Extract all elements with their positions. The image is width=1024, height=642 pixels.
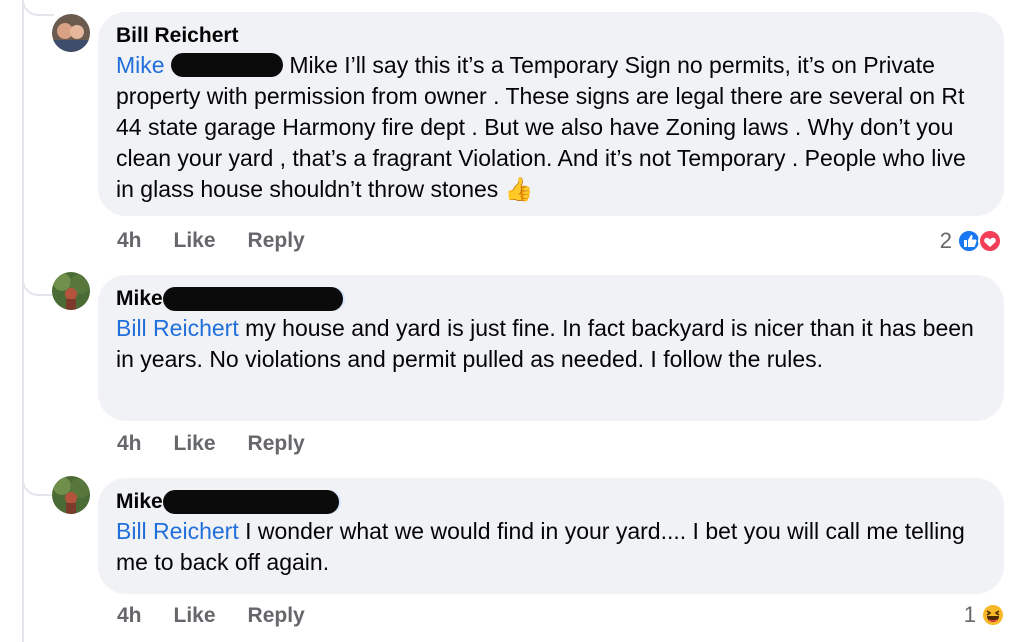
- comment-actions: 4h Like Reply: [117, 432, 337, 456]
- comment-author[interactable]: Mike: [116, 488, 986, 516]
- thread-connector: [22, 470, 54, 496]
- comment-author[interactable]: Mike: [116, 285, 986, 313]
- comment-actions: 4h Like Reply: [117, 604, 337, 628]
- reaction-count: 1: [963, 602, 976, 627]
- like-button[interactable]: Like: [174, 604, 216, 628]
- reply-button[interactable]: Reply: [248, 432, 305, 456]
- like-button[interactable]: Like: [174, 432, 216, 456]
- comment-text: Mike Mike I’ll say this it’s a Temporary…: [116, 52, 966, 202]
- comment-timestamp[interactable]: 4h: [117, 432, 142, 456]
- avatar[interactable]: [52, 272, 90, 310]
- reaction-summary[interactable]: 2: [940, 228, 1004, 254]
- reply-button[interactable]: Reply: [248, 604, 305, 628]
- thumbs-up-emoji: 👍: [504, 176, 534, 202]
- mention-link[interactable]: Mike: [116, 52, 165, 78]
- redaction-mark: [162, 287, 345, 311]
- reply-button[interactable]: Reply: [248, 229, 305, 253]
- comment-timestamp[interactable]: 4h: [117, 604, 142, 628]
- comment-timestamp[interactable]: 4h: [117, 229, 142, 253]
- comment-text: Bill Reichert I wonder what we would fin…: [116, 518, 965, 575]
- comment-actions: 4h Like Reply: [117, 229, 337, 253]
- reaction-count: 2: [939, 228, 952, 253]
- redaction-mark: [170, 53, 283, 77]
- thread-connector: [22, 270, 54, 296]
- thread-line: [22, 0, 32, 642]
- avatar[interactable]: [52, 14, 90, 52]
- avatar[interactable]: [52, 476, 90, 514]
- haha-reaction-icon: [981, 603, 1005, 627]
- reaction-summary[interactable]: 1: [964, 602, 1006, 628]
- comment-bubble: Mike Bill Reichert I wonder what we woul…: [98, 478, 1004, 594]
- comment-author[interactable]: Bill Reichert: [116, 22, 986, 50]
- comment-text: Bill Reichert my house and yard is just …: [116, 315, 974, 372]
- comment-bubble: Bill Reichert Mike Mike I’ll say this it…: [98, 12, 1004, 216]
- mention-link[interactable]: Bill Reichert: [116, 315, 239, 341]
- redaction-mark: [162, 490, 341, 514]
- like-button[interactable]: Like: [174, 229, 216, 253]
- comment-bubble: Mike Bill Reichert my house and yard is …: [98, 275, 1004, 421]
- like-love-reaction-icons: [957, 229, 1002, 253]
- mention-link[interactable]: Bill Reichert: [116, 518, 239, 544]
